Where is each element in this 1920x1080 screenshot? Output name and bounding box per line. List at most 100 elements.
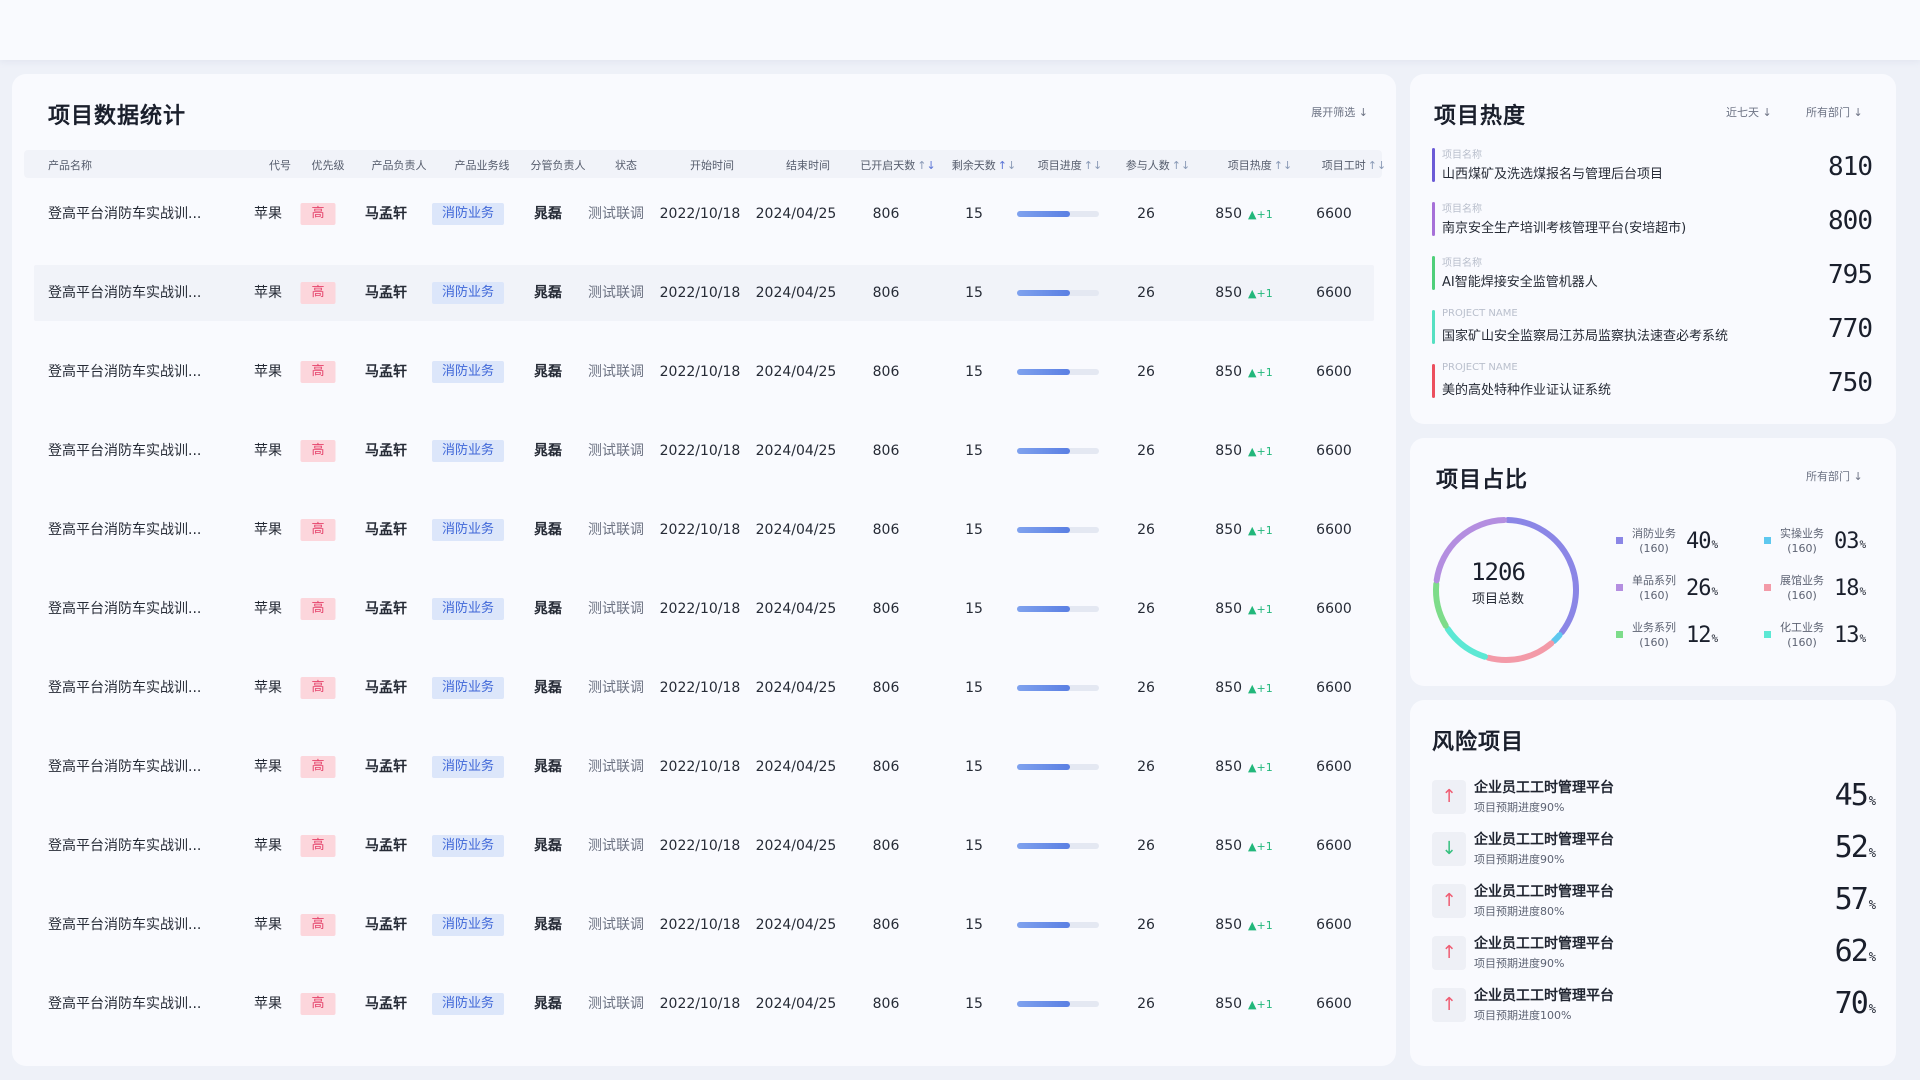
cell-manager: 晁磊 [534,522,562,538]
sort-icon[interactable]: ↑↓ [1368,159,1386,172]
biz-line-cell: 消防业务 [431,976,505,1032]
percent-sign: % [1859,585,1867,598]
legend-item[interactable]: 化工业务 (160) 13% [1764,618,1894,654]
table-row[interactable]: 登高平台消防车实战训... 苹果 高 马孟轩 消防业务 晁磊 测试联调 2022/10/18 2… [34,344,1374,400]
percent-sign: % [1868,1002,1876,1016]
sort-icon[interactable]: ↑↓ [1172,159,1190,172]
dept-filter-dropdown[interactable]: 所有部门 ↓ [1806,468,1863,484]
col-remain-days[interactable]: 剩余天数 ↑↓ [952,157,1016,173]
progress-cell [1017,739,1099,795]
progress-bar [1017,211,1099,217]
dept-filter-dropdown[interactable]: 所有部门 ↓ [1806,104,1863,120]
expand-filter-button[interactable]: 展开筛选 ↓ [1311,104,1368,120]
cell-people: 26 [1137,996,1155,1012]
risk-item[interactable]: ↑ 企业员工工时管理平台 项目预期进度90% 45% [1432,774,1876,826]
donut-slice[interactable] [1485,640,1555,663]
cell-status: 测试联调 [588,601,644,617]
heat-delta: ▲+1 [1248,524,1273,537]
heat-item[interactable]: PROJECT NAME 国家矿山安全监察局江苏局监察执法速查必考系统 770 [1432,306,1873,350]
heat-item[interactable]: 项目名称 山西煤矿及洗选煤报名与管理后台项目 810 [1432,144,1873,188]
heat-item-value: 750 [1828,368,1873,398]
table-row[interactable]: 登高平台消防车实战训... 苹果 高 马孟轩 消防业务 晁磊 测试联调 2022/10/18 2… [34,581,1374,637]
progress-bar-fill [1017,922,1071,928]
cell-hours: 6600 [1316,680,1352,696]
cell-manager: 晁磊 [534,443,562,459]
heat-item[interactable]: 项目名称 南京安全生产培训考核管理平台(安培超市) 800 [1432,198,1873,242]
legend-item[interactable]: 展馆业务 (160) 18% [1764,571,1894,607]
table-row[interactable]: 登高平台消防车实战训... 苹果 高 马孟轩 消防业务 晁磊 测试联调 2022/10/18 2… [34,818,1374,874]
priority-badge-cell: 高 [300,265,336,321]
col-opened-days[interactable]: 已开启天数 ↑↓ [860,157,935,173]
sort-icon[interactable]: ↑↓ [1084,159,1102,172]
heat-delta: ▲+1 [1248,366,1273,379]
table-row[interactable]: 登高平台消防车实战训... 苹果 高 马孟轩 消防业务 晁磊 测试联调 2022/10/18 2… [34,265,1374,321]
progress-bar [1017,685,1099,691]
table-row[interactable]: 登高平台消防车实战训... 苹果 高 马孟轩 消防业务 晁磊 测试联调 2022/10/18 2… [34,502,1374,558]
progress-cell [1017,423,1099,479]
col-opened-days-label: 已开启天数 [860,159,916,172]
cell-people: 26 [1137,206,1155,222]
cell-hours: 6600 [1316,443,1352,459]
biz-line-cell: 消防业务 [431,502,505,558]
progress-bar-fill [1017,211,1071,217]
risk-item[interactable]: ↑ 企业员工工时管理平台 项目预期进度90% 62% [1432,930,1876,982]
table-row[interactable]: 登高平台消防车实战训... 苹果 高 马孟轩 消防业务 晁磊 测试联调 2022/10/18 2… [34,423,1374,479]
priority-badge-cell: 高 [300,423,336,479]
heat-item[interactable]: 项目名称 AI智能焊接安全监管机器人 795 [1432,252,1873,296]
progress-bar-fill [1017,606,1071,612]
col-heat-label: 项目热度 [1227,159,1272,172]
legend-item[interactable]: 业务系列 (160) 12% [1616,618,1746,654]
heat-item-name: 美的高处特种作业证认证系统 [1442,383,1612,398]
legend-item[interactable]: 实操业务 (160) 03% [1764,524,1894,560]
table-row[interactable]: 登高平台消防车实战训... 苹果 高 马孟轩 消防业务 晁磊 测试联调 2022/10/18 2… [34,660,1374,716]
heat-item-name: 南京安全生产培训考核管理平台(安培超市) [1442,221,1687,236]
table-row[interactable]: 登高平台消防车实战训... 苹果 高 马孟轩 消防业务 晁磊 测试联调 2022/10/18 2… [34,739,1374,795]
cell-owner: 马孟轩 [365,522,407,538]
table-row[interactable]: 登高平台消防车实战训... 苹果 高 马孟轩 消防业务 晁磊 测试联调 2022/10/18 2… [34,897,1374,953]
cell-status: 测试联调 [588,996,644,1012]
heat-cell: 850 ▲+1 [1215,976,1272,1032]
sort-icon[interactable]: ↑↓ [1274,159,1292,172]
table-row[interactable]: 登高平台消防车实战训... 苹果 高 马孟轩 消防业务 晁磊 测试联调 2022/10/18 2… [34,976,1374,1032]
legend-item[interactable]: 消防业务 (160) 40% [1616,524,1746,560]
cell-people: 26 [1137,759,1155,775]
progress-bar [1017,448,1099,454]
cell-start: 2022/10/18 [659,601,741,617]
legend-item[interactable]: 单品系列 (160) 26% [1616,571,1746,607]
col-people[interactable]: 参与人数 ↑↓ [1126,157,1190,173]
col-progress[interactable]: 项目进度 ↑↓ [1038,157,1102,173]
progress-cell [1017,976,1099,1032]
legend-percent: 26% [1686,576,1718,601]
heat-value: 850 [1215,996,1243,1012]
risk-item[interactable]: ↑ 企业员工工时管理平台 项目预期进度80% 57% [1432,878,1876,930]
heat-item-label: 项目名称 [1442,150,1482,161]
col-hours[interactable]: 项目工时 ↑↓ [1322,157,1386,173]
table-row[interactable]: 登高平台消防车实战训... 苹果 高 马孟轩 消防业务 晁磊 测试联调 2022/10/18 2… [34,186,1374,242]
progress-cell [1017,897,1099,953]
sort-icon[interactable]: ↑↓ [917,159,935,172]
cell-code: 苹果 [254,364,282,380]
legend-count: (160) [1787,589,1817,602]
col-heat[interactable]: 项目热度 ↑↓ [1228,157,1292,173]
donut-slice[interactable] [1444,625,1488,660]
total-count: 1206 [1471,558,1526,586]
risk-item-percent-value: 62 [1834,934,1869,969]
cell-owner: 马孟轩 [365,680,407,696]
progress-bar [1017,922,1099,928]
cell-owner: 马孟轩 [365,759,407,775]
sort-icon[interactable]: ↑↓ [998,159,1016,172]
donut-slice[interactable] [1550,632,1563,644]
progress-bar [1017,369,1099,375]
legend-percent: 13% [1834,623,1866,648]
time-filter-dropdown[interactable]: 近七天 ↓ [1726,104,1772,120]
biz-line-tag: 消防业务 [431,519,505,541]
risk-item[interactable]: ↑ 企业员工工时管理平台 项目预期进度100% 70% [1432,982,1876,1034]
total-label: 项目总数 [1471,592,1524,607]
heat-item-value: 770 [1828,314,1873,344]
heat-item[interactable]: PROJECT NAME 美的高处特种作业证认证系统 750 [1432,360,1873,404]
dept-filter-label: 所有部门 [1806,106,1850,119]
col-status: 状态 [615,159,637,172]
arrow-up-icon: ↑ [1432,988,1466,1022]
risk-item[interactable]: ↓ 企业员工工时管理平台 项目预期进度90% 52% [1432,826,1876,878]
priority-badge: 高 [300,282,336,304]
